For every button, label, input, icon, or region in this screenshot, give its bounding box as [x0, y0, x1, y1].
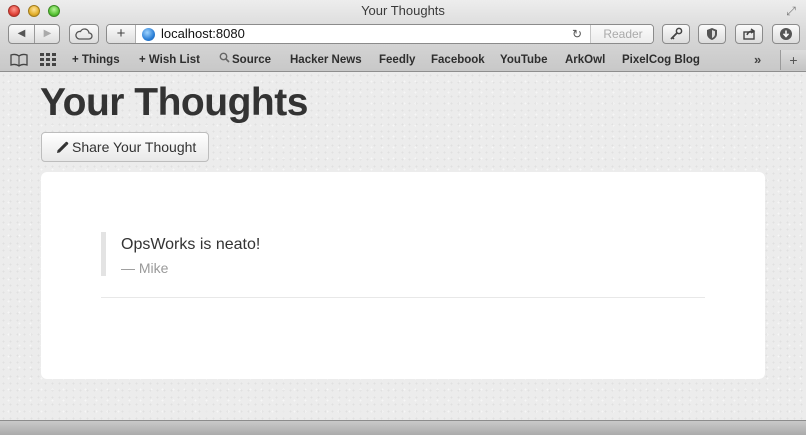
bookmark-wish-list[interactable]: + Wish List: [139, 52, 200, 68]
downloads-button[interactable]: [772, 24, 800, 44]
bookmark-feedly[interactable]: Feedly: [379, 52, 415, 68]
share-your-thought-button[interactable]: Share Your Thought: [41, 132, 209, 162]
search-icon: [219, 52, 232, 68]
page-content: Your Thoughts Share Your Thought OpsWork…: [0, 72, 806, 420]
fullscreen-icon[interactable]: ⤢: [784, 4, 798, 18]
bookmark-pixelcog-blog[interactable]: PixelCog Blog: [622, 52, 700, 68]
toolbar: ◀ ▶ + localhost:8080 ↻ Reader: [0, 22, 806, 49]
new-tab-button[interactable]: +: [780, 50, 806, 70]
thoughts-card: OpsWorks is neato! — Mike: [41, 172, 765, 379]
url-text[interactable]: localhost:8080: [161, 25, 245, 43]
bookmark-source[interactable]: Source: [219, 52, 271, 68]
share-icon: [743, 28, 756, 40]
title-bar: Your Thoughts ⤢: [0, 0, 806, 22]
key-icon: [670, 27, 683, 40]
download-icon: [780, 28, 792, 40]
thought-author: — Mike: [121, 260, 169, 276]
page-title: Your Thoughts: [40, 81, 308, 124]
bookmark-arkowl[interactable]: ArkOwl: [565, 52, 605, 68]
share-button[interactable]: [735, 24, 763, 44]
nav-buttons: ◀ ▶: [8, 24, 60, 44]
browser-window: Your Thoughts ⤢ ◀ ▶ + localhost:8080 ↻ R…: [0, 0, 806, 435]
icloud-icon: [75, 28, 93, 40]
pencil-icon: [57, 141, 69, 153]
reading-list-icon[interactable]: [10, 52, 28, 68]
add-icon[interactable]: +: [107, 25, 136, 43]
browser-chrome: Your Thoughts ⤢ ◀ ▶ + localhost:8080 ↻ R…: [0, 0, 806, 72]
icloud-tabs-button[interactable]: [69, 24, 99, 44]
bookmarks-overflow-icon[interactable]: »: [754, 52, 761, 68]
forward-icon[interactable]: ▶: [35, 25, 60, 43]
shield-icon: [707, 28, 717, 40]
bookmark-source-label: Source: [232, 54, 271, 66]
window-title: Your Thoughts: [361, 3, 445, 18]
bookmarks-bar: + Things + Wish List Source Hacker News …: [0, 49, 806, 71]
bookmark-hacker-news[interactable]: Hacker News: [290, 52, 362, 68]
extension-button[interactable]: [698, 24, 726, 44]
globe-icon: [142, 28, 155, 41]
top-sites-icon[interactable]: [40, 52, 56, 68]
bookmark-facebook[interactable]: Facebook: [431, 52, 485, 68]
passwords-button[interactable]: [662, 24, 690, 44]
share-button-label: Share Your Thought: [72, 139, 197, 155]
reader-button[interactable]: Reader: [590, 25, 653, 43]
reload-icon[interactable]: ↻: [569, 25, 585, 43]
bookmark-things[interactable]: + Things: [72, 52, 120, 68]
thought-text: OpsWorks is neato!: [121, 236, 261, 253]
bookmark-youtube[interactable]: YouTube: [500, 52, 547, 68]
address-bar[interactable]: + localhost:8080 ↻ Reader: [106, 24, 654, 44]
back-icon[interactable]: ◀: [9, 25, 35, 43]
thought-quote: OpsWorks is neato! — Mike: [101, 232, 706, 276]
status-bar: [0, 420, 806, 435]
divider: [101, 297, 705, 298]
